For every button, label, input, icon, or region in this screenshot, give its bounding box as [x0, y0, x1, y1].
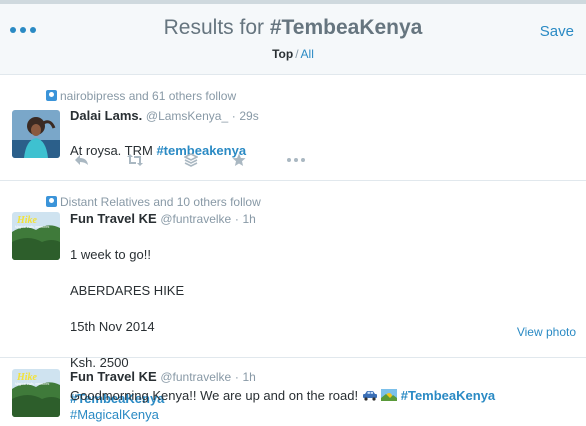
avatar[interactable]: Hike Magical trails, memories: [12, 369, 60, 417]
tweet-time[interactable]: 1h: [242, 212, 255, 226]
page-title: Results for #TembeaKenya: [0, 16, 586, 40]
tweet-text-plain: Goodmorning Kenya!! We are up and on the…: [70, 388, 362, 403]
time-separator: ·: [234, 370, 239, 384]
follow-context-icon: [46, 90, 57, 101]
filter-separator: /: [295, 47, 299, 61]
author-name[interactable]: Dalai Lams.: [70, 108, 142, 123]
tweet-item[interactable]: nairobipress and 61 others follow Dalai …: [0, 75, 586, 181]
car-emoji-icon: [362, 388, 378, 406]
tweet-header: Fun Travel KE @funtravelke · 1h: [70, 369, 256, 384]
tweet-item[interactable]: Hike Magical trails, memories Fun Travel…: [0, 358, 586, 425]
follow-context-text: nairobipress and 61 others follow: [60, 89, 237, 103]
tweet-text-line: ABERDARES HIKE: [70, 283, 185, 298]
filter-top[interactable]: Top: [272, 47, 293, 61]
reply-icon[interactable]: [74, 153, 90, 167]
avatar[interactable]: [12, 110, 60, 158]
tweet-actions: [74, 153, 314, 167]
author-handle[interactable]: @LamsKenya_: [146, 109, 228, 123]
tweet-text-line: 15th Nov 2014: [70, 319, 155, 334]
follow-context-text: Distant Relatives and 10 others follow: [60, 195, 261, 209]
result-filter: Top / All: [0, 47, 586, 61]
retweet-icon[interactable]: [126, 153, 143, 167]
title-hashtag: #TembeaKenya: [269, 16, 423, 39]
avatar-brand-subtext: Magical trails, memories: [15, 225, 50, 229]
tweet-header: Fun Travel KE @funtravelke · 1h: [70, 211, 256, 226]
tweet-time[interactable]: 1h: [242, 370, 255, 384]
more-icon[interactable]: [286, 153, 305, 167]
author-handle[interactable]: @funtravelke: [160, 212, 231, 226]
tweet-time[interactable]: 29s: [239, 109, 258, 123]
author-name[interactable]: Fun Travel KE: [70, 211, 157, 226]
time-separator: ·: [231, 109, 236, 123]
tweet-header: Dalai Lams. @LamsKenya_ · 29s: [70, 108, 259, 123]
hashtag-link[interactable]: #MagicalKenya: [70, 407, 159, 422]
sunrise-emoji-icon: [380, 388, 397, 406]
save-button[interactable]: Save: [540, 23, 574, 40]
star-icon[interactable]: [232, 153, 248, 167]
title-prefix: Results for: [163, 16, 270, 39]
filter-all[interactable]: All: [301, 47, 314, 61]
search-header: Results for #TembeaKenya Save Top / All: [0, 4, 586, 75]
author-name[interactable]: Fun Travel KE: [70, 369, 157, 384]
tweet-text-line: 1 week to go!!: [70, 247, 151, 262]
author-handle[interactable]: @funtravelke: [160, 370, 231, 384]
view-photo-link[interactable]: View photo: [517, 325, 576, 339]
follow-context-icon: [46, 196, 57, 207]
tweet-text: Goodmorning Kenya!! We are up and on the…: [70, 387, 570, 424]
avatar-brand-subtext: Magical trails, memories: [15, 382, 50, 386]
tweet-item[interactable]: Distant Relatives and 10 others follow H…: [0, 181, 586, 406]
stack-icon[interactable]: [183, 153, 200, 167]
time-separator: ·: [234, 212, 239, 226]
avatar[interactable]: Hike Magical trails, memories: [12, 212, 60, 260]
hashtag-link[interactable]: #TembeaKenya: [401, 388, 495, 403]
